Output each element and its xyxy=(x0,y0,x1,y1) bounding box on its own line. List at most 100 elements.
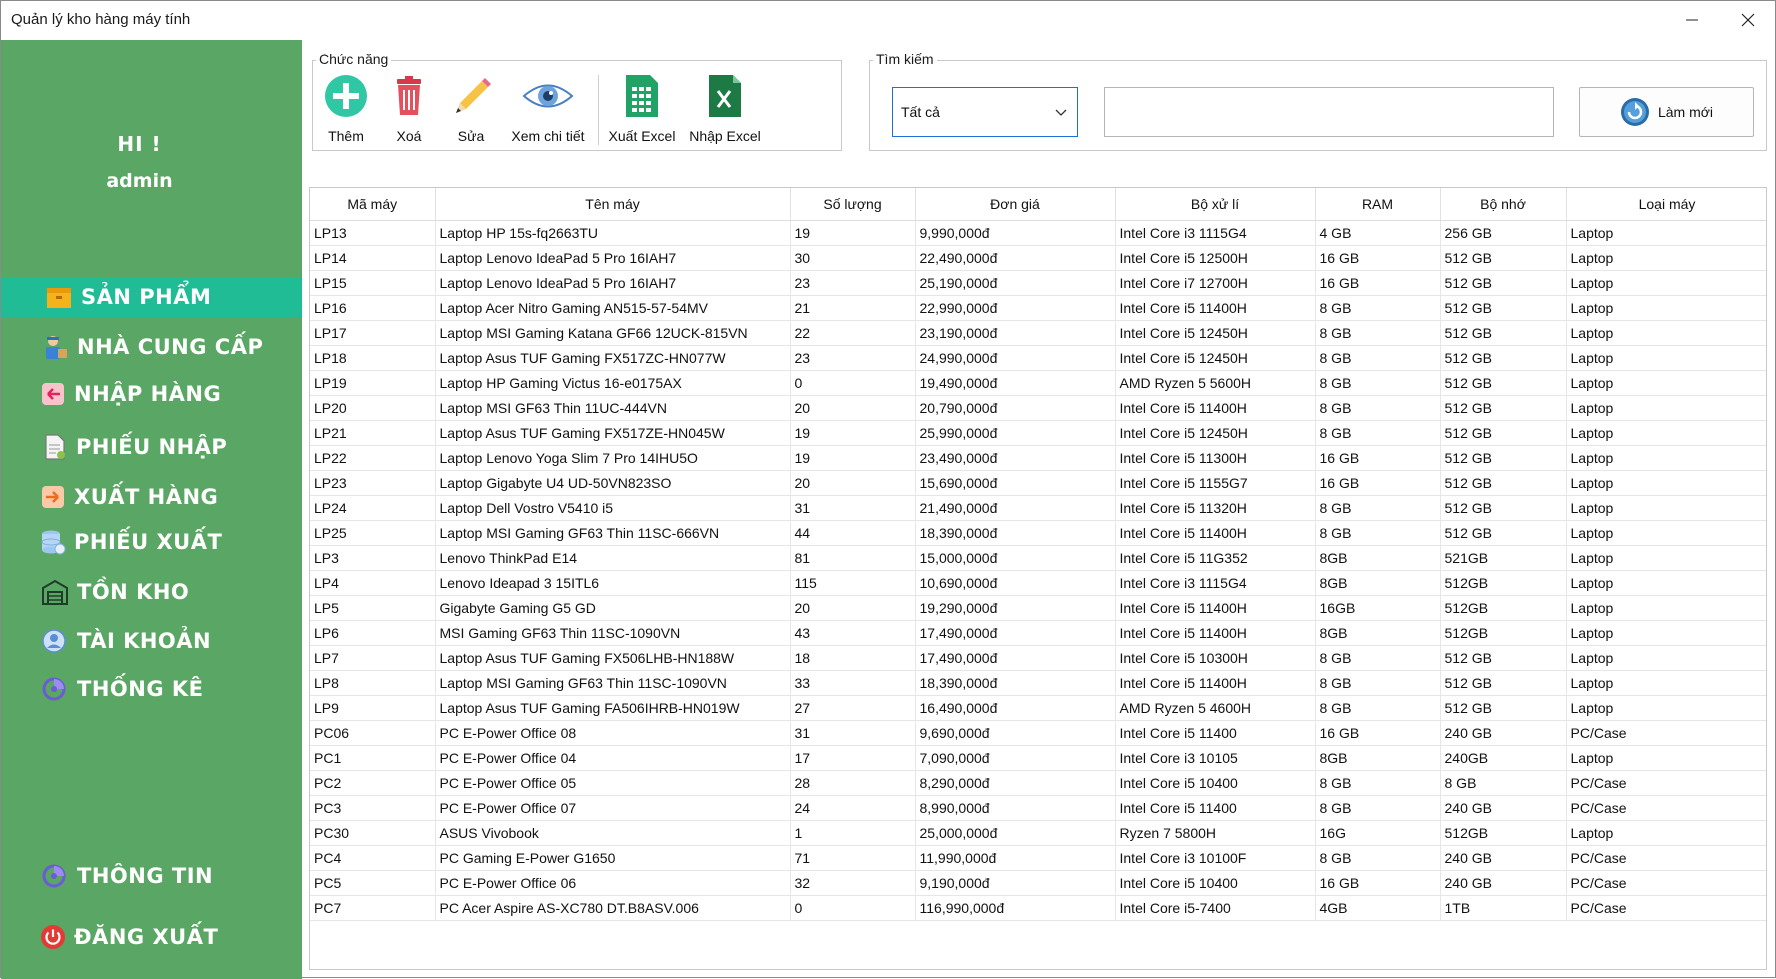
table-row[interactable]: PC7 PC Acer Aspire AS-XC780 DT.B8ASV.006 0… xyxy=(310,895,1766,921)
column-header-ma-may[interactable]: Mã máy xyxy=(310,188,436,221)
table-row[interactable]: LP5 Gigabyte Gaming G5 GD 20 19,290,000đ Int… xyxy=(310,595,1766,621)
import-excel-button[interactable]: Nhập Excel xyxy=(685,73,765,151)
column-header-ram[interactable]: RAM xyxy=(1315,188,1441,221)
cell-don-gia: 15,000,000đ xyxy=(915,545,1116,571)
cell-so-luong: 71 xyxy=(790,845,916,871)
search-filter-select[interactable]: Tất cả xyxy=(892,87,1078,137)
column-header-bo-nho[interactable]: Bộ nhớ xyxy=(1440,188,1567,221)
cell-don-gia: 9,190,000đ xyxy=(915,870,1116,896)
cell-loai-may: Laptop xyxy=(1566,420,1766,446)
sidebar-item-tai-khoan[interactable]: TÀI KHOẢN xyxy=(1,621,302,661)
table-row[interactable]: LP16 Laptop Acer Nitro Gaming AN515-57-54… xyxy=(310,295,1766,321)
table-row[interactable]: LP21 Laptop Asus TUF Gaming FX517ZE-HN045… xyxy=(310,420,1766,446)
table-row[interactable]: LP15 Laptop Lenovo IdeaPad 5 Pro 16IAH7 23… xyxy=(310,270,1766,296)
edit-button[interactable]: Sửa xyxy=(431,73,511,151)
product-table[interactable]: Mã máy Tên máy Số lượng Đơn giá Bộ xử lí RAM B… xyxy=(309,187,1767,970)
cell-loai-may: Laptop xyxy=(1566,395,1766,421)
table-row[interactable]: LP19 Laptop HP Gaming Victus 16-e0175AX 0 1… xyxy=(310,370,1766,396)
cell-bo-xu-li: Ryzen 7 5800H xyxy=(1115,820,1316,846)
column-header-loai-may[interactable]: Loại máy xyxy=(1566,188,1766,221)
table-row[interactable]: LP25 Laptop MSI Gaming GF63 Thin 11SC-666… xyxy=(310,520,1766,546)
sidebar-item-nhap-hang[interactable]: NHẬP HÀNG xyxy=(1,374,302,414)
table-row[interactable]: LP3 Lenovo ThinkPad E14 81 15,000,000đ Intel… xyxy=(310,545,1766,571)
cell-bo-xu-li: Intel Core i7 12700H xyxy=(1115,270,1316,296)
table-row[interactable]: LP17 Laptop MSI Gaming Katana GF66 12UCK-… xyxy=(310,320,1766,346)
cell-bo-xu-li: Intel Core i5 12500H xyxy=(1115,245,1316,271)
column-header-don-gia[interactable]: Đơn giá xyxy=(915,188,1116,221)
export-excel-button[interactable]: Xuất Excel xyxy=(602,73,682,151)
table-row[interactable]: PC1 PC E-Power Office 04 17 7,090,000đ Intel… xyxy=(310,745,1766,771)
cell-so-luong: 30 xyxy=(790,245,916,271)
sidebar-item-san-pham[interactable]: SẢN PHẨM xyxy=(1,277,302,317)
trash-icon xyxy=(397,76,421,115)
table-row[interactable]: LP4 Lenovo Ideapad 3 15ITL6 115 10,690,000đ… xyxy=(310,570,1766,596)
table-row[interactable]: LP14 Laptop Lenovo IdeaPad 5 Pro 16IAH7 30… xyxy=(310,245,1766,271)
sidebar-item-xuat-hang[interactable]: XUẤT HÀNG xyxy=(1,477,302,517)
view-detail-button[interactable]: Xem chi tiết xyxy=(506,73,590,151)
table-row[interactable]: LP18 Laptop Asus TUF Gaming FX517ZC-HN077… xyxy=(310,345,1766,371)
sidebar-item-ton-kho[interactable]: TỒN KHO xyxy=(1,572,302,612)
table-row[interactable]: PC30 ASUS Vivobook 1 25,000,000đ Ryzen 7 58… xyxy=(310,820,1766,846)
cell-loai-may: Laptop xyxy=(1566,820,1766,846)
column-header-bo-xu-li[interactable]: Bộ xử lí xyxy=(1115,188,1316,221)
search-filter-value: Tất cả xyxy=(901,104,940,120)
cell-ram: 8 GB xyxy=(1315,420,1441,446)
cell-bo-xu-li: AMD Ryzen 5 4600H xyxy=(1115,695,1316,721)
cell-ram: 8GB xyxy=(1315,745,1441,771)
cell-so-luong: 19 xyxy=(790,420,916,446)
cell-bo-nho: 512GB xyxy=(1440,820,1567,846)
cell-ram: 8 GB xyxy=(1315,695,1441,721)
search-input[interactable] xyxy=(1104,87,1554,137)
cell-ten-may: Laptop Lenovo IdeaPad 5 Pro 16IAH7 xyxy=(435,245,791,271)
sidebar-item-phieu-nhap[interactable]: PHIẾU NHẬP xyxy=(1,427,302,467)
close-button[interactable] xyxy=(1725,1,1771,39)
cell-don-gia: 23,490,000đ xyxy=(915,445,1116,471)
cell-don-gia: 19,290,000đ xyxy=(915,595,1116,621)
column-header-ten-may[interactable]: Tên máy xyxy=(435,188,791,221)
table-row[interactable]: PC06 PC E-Power Office 08 31 9,690,000đ Inte… xyxy=(310,720,1766,746)
cell-bo-nho: 512GB xyxy=(1440,595,1567,621)
table-row[interactable]: LP20 Laptop MSI GF63 Thin 11UC-444VN 20 20,… xyxy=(310,395,1766,421)
cell-ram: 8 GB xyxy=(1315,845,1441,871)
sidebar-item-nha-cung-cap[interactable]: NHÀ CUNG CẤP xyxy=(1,327,302,367)
sidebar-item-phieu-xuat[interactable]: PHIẾU XUẤT xyxy=(1,522,302,562)
cell-so-luong: 19 xyxy=(790,220,916,246)
cell-ram: 8 GB xyxy=(1315,770,1441,796)
cell-ten-may: Laptop Lenovo Yoga Slim 7 Pro 14IHU5O xyxy=(435,445,791,471)
chevron-down-icon xyxy=(1055,109,1067,116)
table-row[interactable]: PC2 PC E-Power Office 05 28 8,290,000đ Intel… xyxy=(310,770,1766,796)
cell-ma-may: LP6 xyxy=(310,620,436,646)
cell-so-luong: 22 xyxy=(790,320,916,346)
cell-bo-nho: 512 GB xyxy=(1440,470,1567,496)
table-row[interactable]: LP8 Laptop MSI Gaming GF63 Thin 11SC-1090… xyxy=(310,670,1766,696)
cell-ram: 8 GB xyxy=(1315,295,1441,321)
cell-ten-may: Gigabyte Gaming G5 GD xyxy=(435,595,791,621)
refresh-button[interactable]: Làm mới xyxy=(1579,87,1754,137)
cell-bo-xu-li: Intel Core i5 12450H xyxy=(1115,345,1316,371)
table-row[interactable]: LP24 Laptop Dell Vostro V5410 i5 31 21,490,… xyxy=(310,495,1766,521)
table-row[interactable]: PC5 PC E-Power Office 06 32 9,190,000đ Intel… xyxy=(310,870,1766,896)
cell-bo-xu-li: Intel Core i3 10105 xyxy=(1115,745,1316,771)
sidebar-item-dang-xuat[interactable]: ĐĂNG XUẤT xyxy=(1,917,302,957)
cell-so-luong: 44 xyxy=(790,520,916,546)
cell-bo-nho: 512 GB xyxy=(1440,345,1567,371)
toolbar-separator xyxy=(598,75,599,145)
table-row[interactable]: LP9 Laptop Asus TUF Gaming FA506IHRB-HN01… xyxy=(310,695,1766,721)
table-row[interactable]: LP7 Laptop Asus TUF Gaming FX506LHB-HN188… xyxy=(310,645,1766,671)
table-row[interactable]: LP23 Laptop Gigabyte U4 UD-50VN823SO 20 15,… xyxy=(310,470,1766,496)
cell-don-gia: 9,990,000đ xyxy=(915,220,1116,246)
table-row[interactable]: LP22 Laptop Lenovo Yoga Slim 7 Pro 14IHU5… xyxy=(310,445,1766,471)
column-header-so-luong[interactable]: Số lượng xyxy=(790,188,916,221)
table-row[interactable]: LP13 Laptop HP 15s-fq2663TU 19 9,990,000đ In… xyxy=(310,220,1766,246)
cell-ten-may: Laptop Dell Vostro V5410 i5 xyxy=(435,495,791,521)
table-row[interactable]: PC3 PC E-Power Office 07 24 8,990,000đ Intel… xyxy=(310,795,1766,821)
sidebar-item-thong-tin[interactable]: THÔNG TIN xyxy=(1,856,302,896)
cell-so-luong: 21 xyxy=(790,295,916,321)
table-row[interactable]: LP6 MSI Gaming GF63 Thin 11SC-1090VN 43 17,… xyxy=(310,620,1766,646)
cell-ram: 8 GB xyxy=(1315,795,1441,821)
sidebar-item-thong-ke[interactable]: THỐNG KÊ xyxy=(1,669,302,709)
cell-loai-may: Laptop xyxy=(1566,645,1766,671)
minimize-button[interactable] xyxy=(1669,1,1715,39)
cell-bo-nho: 512 GB xyxy=(1440,320,1567,346)
table-row[interactable]: PC4 PC Gaming E-Power G1650 71 11,990,000đ I… xyxy=(310,845,1766,871)
